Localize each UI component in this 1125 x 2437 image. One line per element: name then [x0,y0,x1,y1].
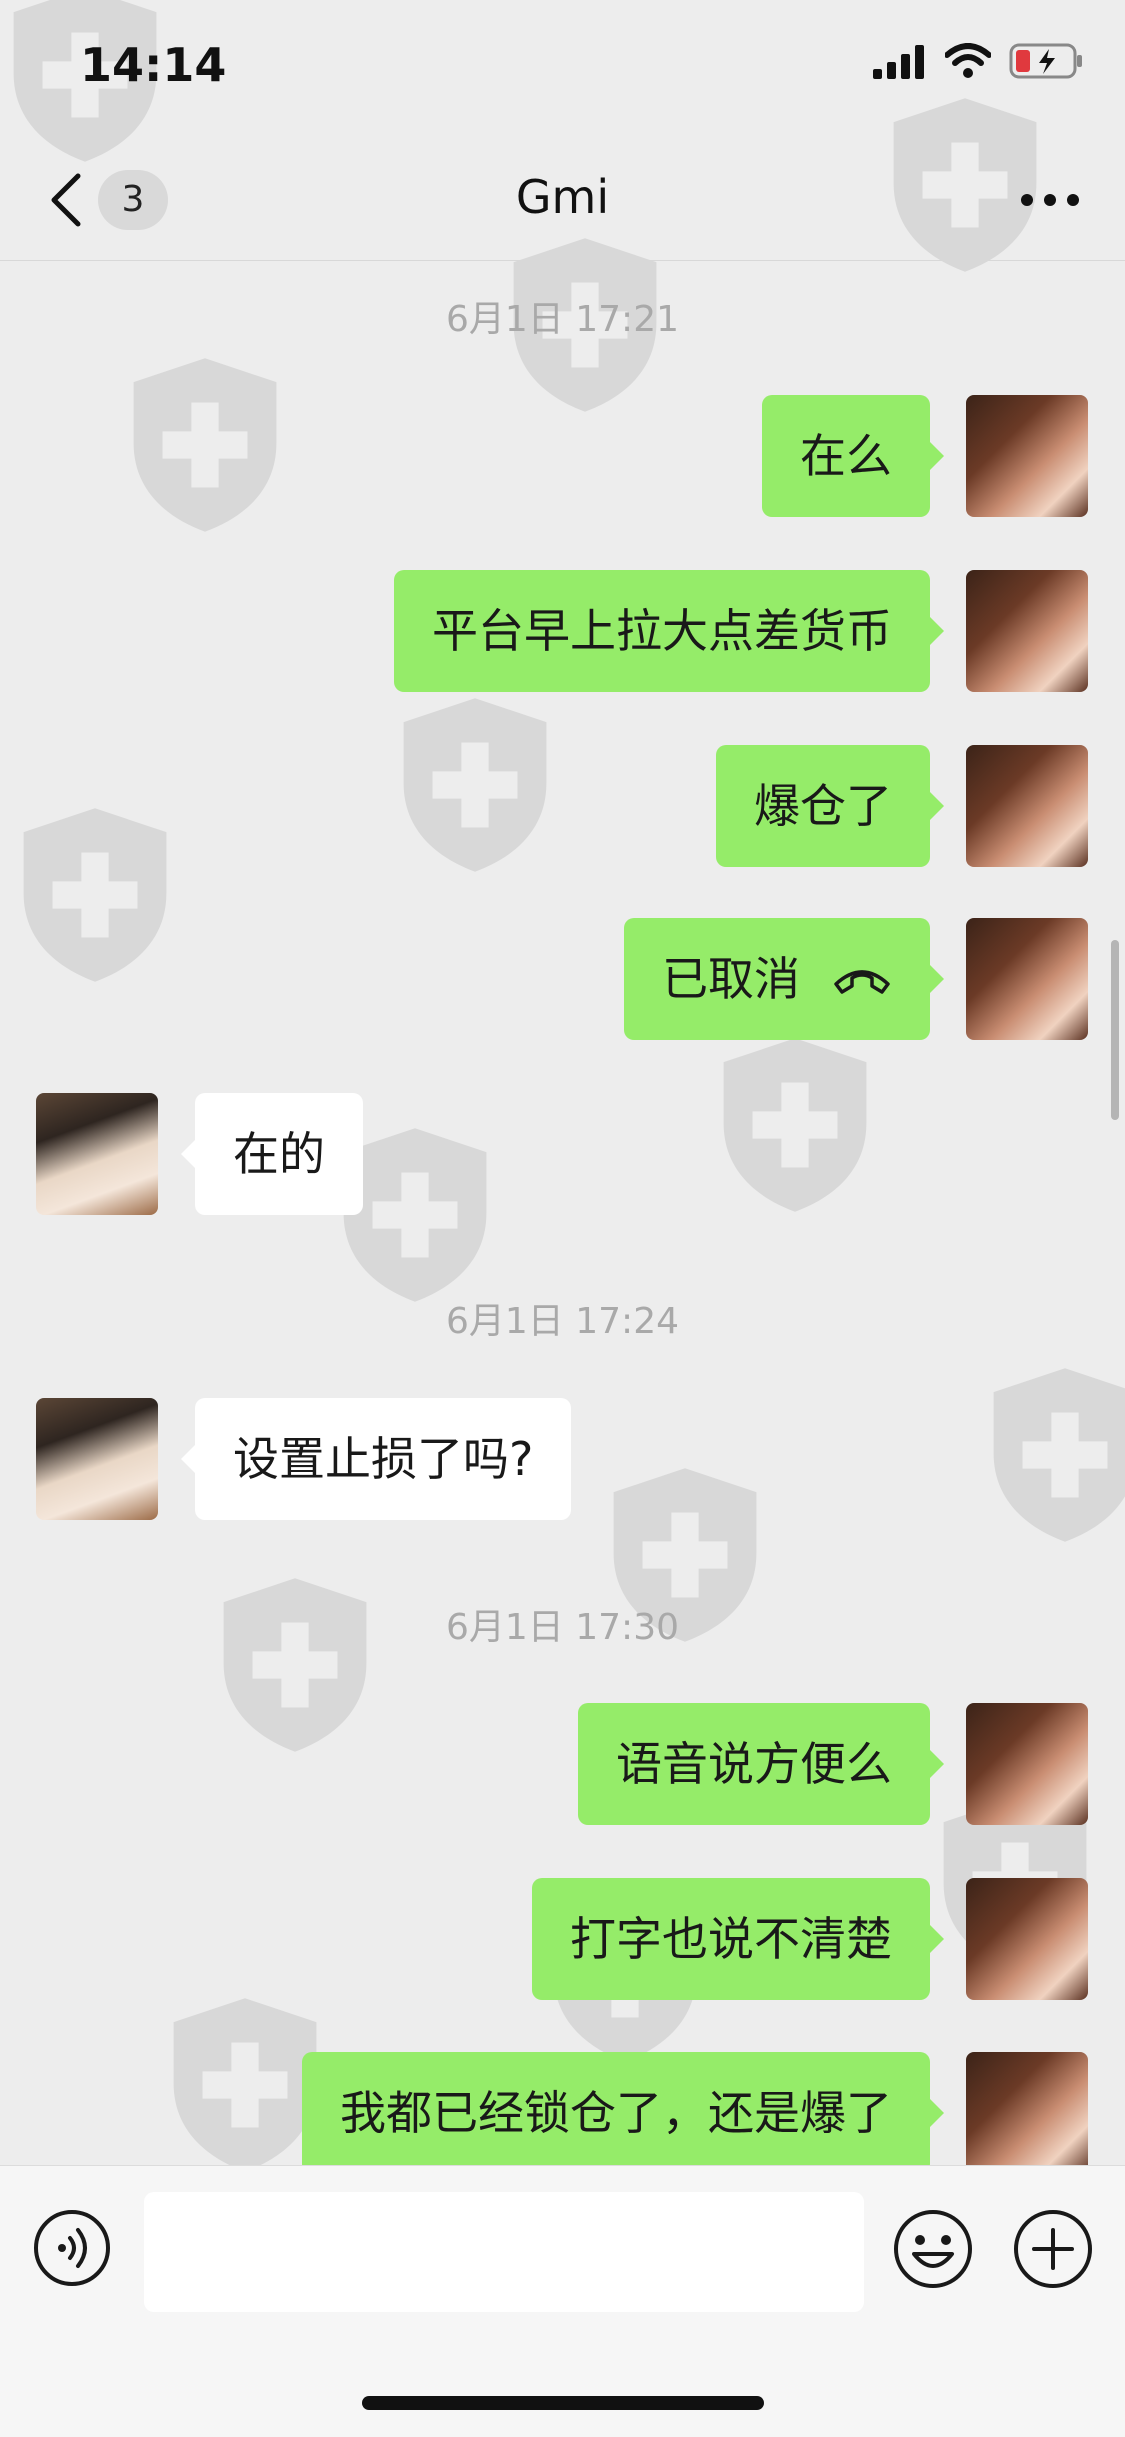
status-bar: 14:14 [0,0,1125,140]
message-input[interactable] [144,2192,864,2312]
my-avatar[interactable] [966,745,1088,867]
phone-hangup-icon [834,970,890,994]
unread-count-badge[interactable]: 3 [98,170,168,230]
watermark-shield-icon [980,1360,1125,1550]
contact-avatar[interactable] [36,1398,158,1520]
timestamp: 6月1日 17:30 [446,1607,679,1648]
my-avatar[interactable] [966,1878,1088,2000]
my-message-bubble[interactable]: 打字也说不清楚 [532,1878,944,2000]
voice-button[interactable] [32,2208,112,2288]
my-avatar[interactable] [966,2052,1088,2174]
status-icons [871,42,1085,84]
watermark-shield-icon [120,350,290,540]
more-dots-icon [1021,194,1079,206]
my-avatar[interactable] [966,1703,1088,1825]
voice-icon [34,2210,110,2286]
back-button[interactable] [40,168,90,232]
my-avatar[interactable] [966,918,1088,1040]
call-cancelled-bubble[interactable]: 已取消 [624,918,944,1040]
my-avatar[interactable] [966,570,1088,692]
contact-message-bubble[interactable]: 在的 [181,1093,363,1215]
input-bar [0,2165,1125,2437]
home-indicator[interactable] [362,2396,764,2410]
scroll-indicator[interactable] [1111,940,1119,1120]
my-message-bubble[interactable]: 在么 [762,395,944,517]
contact-message-bubble[interactable]: 设置止损了吗? [180,1398,572,1520]
watermark-shield-icon [10,800,180,990]
my-message-bubble[interactable]: 平台早上拉大点差货币 [394,570,944,692]
battery-icon [1009,42,1085,84]
emoji-icon [894,2210,972,2288]
timestamp: 6月1日 17:21 [446,299,679,340]
my-message-bubble[interactable]: 语音说方便么 [578,1703,944,1825]
more-options-button[interactable] [1012,2208,1094,2290]
my-message-bubble[interactable]: 我都已经锁仓了，还是爆了 [302,2052,944,2174]
emoji-button[interactable] [892,2208,974,2290]
call-status-text: 已取消 [662,952,800,1006]
chat-title: Gmi [515,170,610,224]
chat-header: 3 Gmi [0,140,1125,261]
my-message-bubble[interactable]: 爆仓了 [716,745,944,867]
contact-avatar[interactable] [36,1093,158,1215]
watermark-shield-icon [710,1030,880,1220]
signal-icon [871,43,927,83]
more-button[interactable] [1015,178,1085,222]
chevron-left-icon [51,173,81,227]
plus-icon [1014,2210,1092,2288]
status-time: 14:14 [80,38,227,92]
watermark-shield-icon [390,690,560,880]
wifi-icon [944,43,992,83]
timestamp: 6月1日 17:24 [446,1301,679,1342]
my-avatar[interactable] [966,395,1088,517]
